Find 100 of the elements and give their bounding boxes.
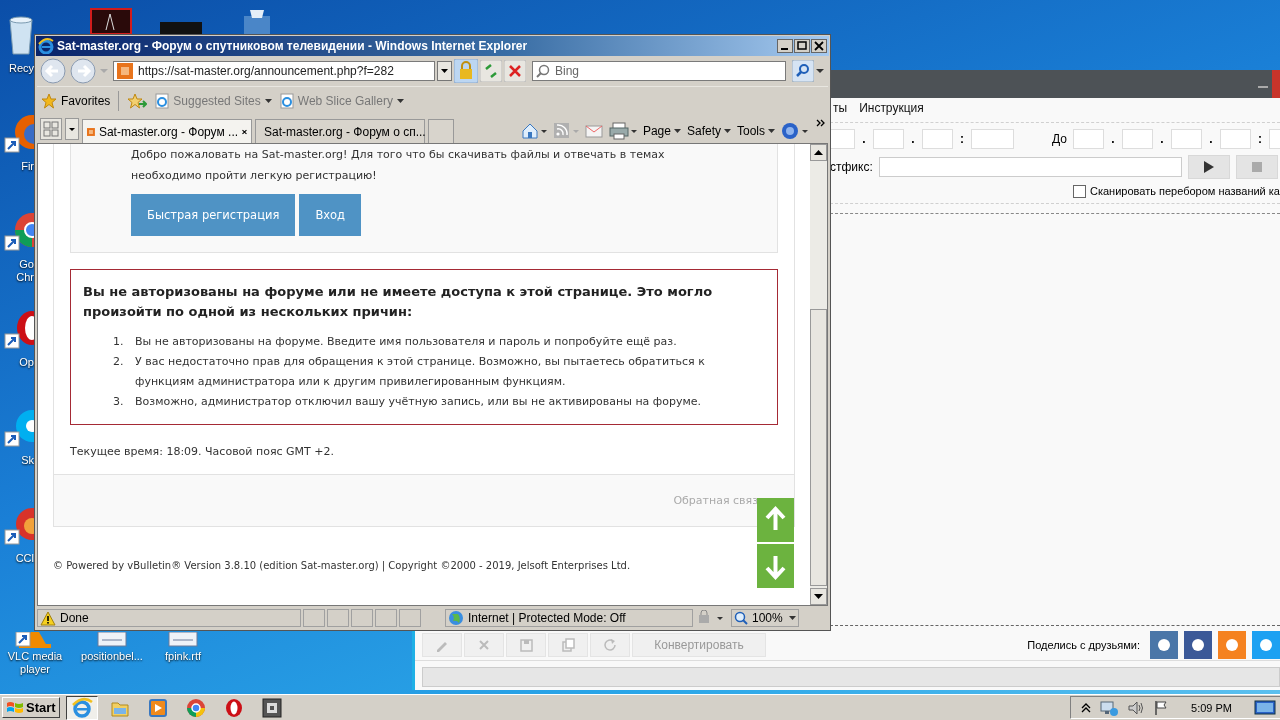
status-text: Done (60, 611, 89, 625)
input-field[interactable] (971, 129, 1014, 149)
checkbox-label: Сканировать перебором названий ка (1090, 185, 1280, 197)
range-label: До (1052, 132, 1067, 146)
caret-icon (396, 99, 404, 103)
menu-button[interactable]: Tools (737, 124, 775, 138)
welcome-text: Добро пожаловать на Sat-master.org! Для того что бы скачивать файлы и отвечать в темах (131, 147, 666, 163)
maximize-button[interactable] (794, 39, 810, 53)
favorites-button[interactable]: Favorites (41, 93, 111, 109)
add-favorite-icon[interactable] (127, 93, 148, 109)
scroll-up-button[interactable] (757, 498, 794, 542)
input-field[interactable] (873, 129, 904, 149)
menu-button[interactable]: Page (642, 124, 681, 138)
postfix-field[interactable] (878, 157, 1182, 177)
volume-icon[interactable] (1127, 699, 1146, 716)
icon-label[interactable]: Go Chr (2, 258, 34, 284)
star-icon (41, 93, 57, 109)
start-button[interactable]: Start (2, 697, 60, 718)
chevron-up-icon[interactable] (1081, 702, 1092, 713)
input-field[interactable] (1170, 129, 1202, 149)
caret-icon (673, 129, 681, 133)
input-field[interactable] (830, 129, 855, 149)
stop-button[interactable] (504, 60, 526, 82)
list-number: 1. (113, 334, 125, 350)
input-field[interactable] (1072, 129, 1104, 149)
mail-button[interactable] (584, 122, 603, 140)
stop-button[interactable] (1235, 155, 1278, 179)
icon-label[interactable]: positionbel... (81, 650, 143, 663)
ie-logo-icon (38, 38, 54, 54)
social-icon[interactable] (1184, 631, 1212, 659)
caret-icon (264, 99, 272, 103)
refresh-button[interactable] (480, 60, 502, 82)
separator-text: . (910, 132, 916, 146)
search-button[interactable] (792, 60, 814, 82)
copyright-text: © Powered by vBulletin® Version 3.8.10 (edition Sat-master.org) | Copyright ©2000 - 2019, Jelsoft Enterprises Ltd. (53, 560, 632, 571)
caret-icon (789, 616, 796, 620)
window-title: Sat-master.org - Форум о спутниковом телевидении - Windows Internet Explorer (57, 39, 529, 53)
caret-icon[interactable] (816, 67, 824, 75)
windows-logo-icon (6, 699, 24, 716)
action-button[interactable]: Быстрая регистрация (131, 194, 296, 236)
forward-button[interactable] (69, 57, 97, 85)
scroll-down-button[interactable] (757, 544, 794, 588)
new-tab-button[interactable] (428, 119, 454, 143)
social-icon[interactable] (1150, 631, 1178, 659)
search-field[interactable]: Bing (532, 61, 786, 81)
dropdown-button[interactable] (437, 61, 452, 81)
home-button[interactable] (520, 122, 547, 140)
browser-tab[interactable]: Sat-master.org - Форум ... (82, 119, 252, 143)
browser-tab[interactable]: Sat-master.org - Форум о сп... (255, 119, 425, 143)
scroll-thumb[interactable] (810, 309, 827, 586)
separator-text: . (1110, 132, 1116, 146)
zoom-icon (734, 611, 748, 625)
ie-page-icon (279, 93, 294, 109)
quick-tabs-button[interactable] (40, 118, 62, 140)
action-button[interactable]: Вход (299, 194, 362, 236)
network-icon[interactable] (1099, 699, 1120, 716)
list-number: 3. (113, 394, 125, 410)
ie-taskbar-button[interactable] (65, 695, 98, 720)
menu-button[interactable]: Safety (686, 124, 731, 138)
icon-label[interactable]: Sk (2, 454, 34, 467)
field-label: стфикс: (830, 160, 873, 174)
chevron-icon[interactable] (816, 119, 826, 129)
flag-icon[interactable] (1153, 699, 1170, 716)
zoom-button[interactable]: 100% (731, 609, 799, 627)
checkbox[interactable] (1073, 184, 1086, 198)
list-item-text: Вы не авторизованы на форуме. Введите имя пользователя и пароль и попробуйте ещё раз. (135, 334, 678, 350)
show-desktop-icon[interactable] (1254, 699, 1276, 716)
status-pane (399, 609, 421, 627)
address-bar[interactable]: https://sat-master.org/announcement.php?f=282 (113, 61, 435, 81)
status-pane (327, 609, 349, 627)
menu-item[interactable]: ты (833, 101, 848, 115)
input-field[interactable] (922, 129, 953, 149)
close-button[interactable] (811, 39, 827, 53)
caret-icon (724, 129, 731, 133)
scrollbar[interactable] (810, 144, 827, 605)
copy-icon (560, 637, 576, 653)
help-button[interactable] (781, 122, 809, 140)
status-pane (375, 609, 397, 627)
play-button[interactable] (1187, 155, 1230, 179)
caret-icon (768, 129, 775, 133)
separator-text: . (1208, 132, 1214, 146)
input-field[interactable] (1219, 129, 1251, 149)
input-field[interactable] (1121, 129, 1153, 149)
icon-label[interactable]: CCl (2, 552, 34, 565)
menu-item[interactable]: Инструкция (859, 101, 924, 115)
feeds-button[interactable] (552, 122, 579, 140)
tab-list-button[interactable] (65, 118, 79, 140)
back-button[interactable] (39, 57, 67, 85)
icon-label[interactable]: Fir (2, 160, 34, 173)
icon-label[interactable]: VLC media player (4, 650, 66, 676)
clock-text[interactable]: 5:09 PM (1191, 701, 1232, 714)
social-icon[interactable] (1252, 631, 1280, 659)
print-button[interactable] (608, 122, 637, 140)
icon-label[interactable]: Op (2, 356, 34, 369)
minimize-button[interactable] (777, 39, 793, 53)
play-icon (1203, 161, 1214, 173)
icon-label[interactable]: fpink.rtf (164, 650, 202, 663)
icon-label[interactable]: Recy (2, 62, 34, 75)
ie-icon (70, 696, 93, 719)
document-icon[interactable] (90, 8, 132, 34)
